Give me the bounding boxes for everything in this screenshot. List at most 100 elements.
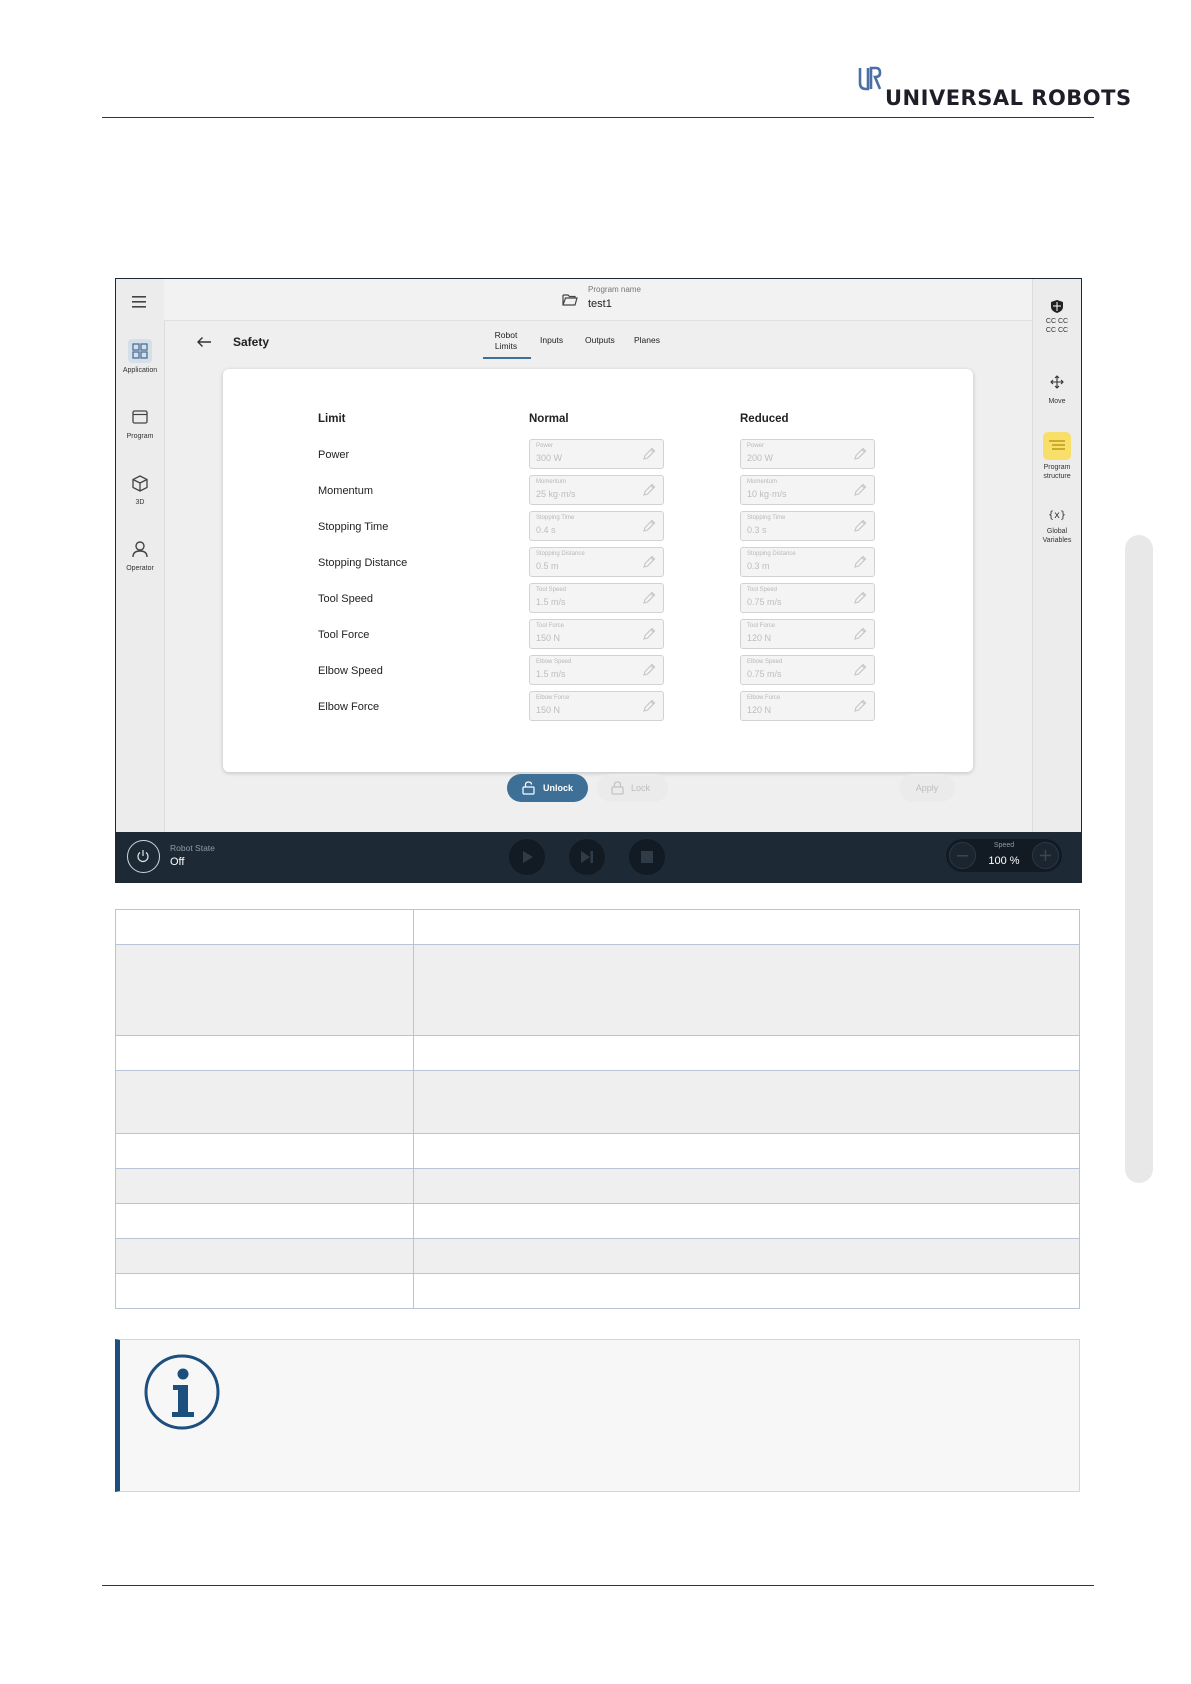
field-label: Stopping Time [747,515,786,521]
table-cell [413,1273,1080,1309]
note-box [115,1339,1080,1492]
nav-program-label: Program [126,433,154,440]
normal-limit-field[interactable]: Tool Speed 1.5 m/s [529,583,664,613]
robot-state-label: Robot State [170,843,215,853]
normal-limit-field[interactable]: Momentum 25 kg·m/s [529,475,664,505]
program-name[interactable]: test1 [588,298,612,310]
folder-open-icon[interactable] [562,293,578,306]
table-row [115,1133,1080,1169]
table-row [115,1168,1080,1204]
table-cell [413,1238,1080,1274]
edit-pencil-icon [643,699,656,712]
normal-limit-field[interactable]: Stopping Distance 0.5 m [529,547,664,577]
reduced-limit-field[interactable]: Momentum 10 kg·m/s [740,475,875,505]
reduced-limit-field[interactable]: Elbow Force 120 N [740,691,875,721]
cube-icon [128,471,152,495]
info-icon [144,1354,220,1430]
unlock-button-label: Unlock [543,783,574,793]
field-label: Power [747,443,765,449]
field-label: Stopping Distance [747,551,796,557]
tab-robot-limits[interactable]: Robot Limits [483,330,529,352]
program-top-bar: Program name test1 [164,279,1033,321]
back-arrow-icon[interactable] [196,336,212,348]
step-button[interactable] [569,839,605,875]
nav-3d[interactable]: 3D [116,471,164,506]
stop-button[interactable] [629,839,665,875]
safety-checksum-button[interactable]: CC CC CC CC [1033,299,1081,335]
nav-program[interactable]: Program [116,405,164,440]
tab-inputs[interactable]: Inputs [540,335,563,345]
field-label: Stopping Distance [536,551,585,557]
edit-pencil-icon [643,627,656,640]
list-icon [1043,432,1071,460]
field-label: Power [536,443,554,449]
plus-icon [1040,850,1051,861]
reduced-limit-field[interactable]: Stopping Time 0.3 s [740,511,875,541]
edit-pencil-icon [854,627,867,640]
table-cell [413,944,1080,1036]
table-cell [115,909,414,945]
normal-limit-field[interactable]: Elbow Force 150 N [529,691,664,721]
program-name-label: Program name [588,285,641,294]
power-button[interactable] [127,840,160,873]
table-cell [115,1203,414,1239]
play-icon [523,851,533,863]
reduced-limit-field[interactable]: Elbow Speed 0.75 m/s [740,655,875,685]
brand-name: UNIVERSAL ROBOTS [885,86,1132,110]
speed-decrease-button[interactable] [949,842,976,869]
nav-program-structure-label: Program structure [1043,464,1071,480]
reduced-limit-field[interactable]: Tool Speed 0.75 m/s [740,583,875,613]
limit-label: Elbow Speed [318,665,383,677]
page-title: Safety [233,335,270,349]
hamburger-menu-icon[interactable] [132,295,148,309]
table-cell [413,1168,1080,1204]
edit-pencil-icon [643,591,656,604]
reduced-limit-field[interactable]: Stopping Distance 0.3 m [740,547,875,577]
table-cell [413,1133,1080,1169]
nav-move[interactable]: Move [1033,375,1081,406]
reduced-limit-field[interactable]: Power 200 W [740,439,875,469]
play-button[interactable] [509,839,545,875]
nav-operator[interactable]: Operator [116,537,164,572]
field-label: Momentum [747,479,778,485]
normal-limit-field[interactable]: Tool Force 150 N [529,619,664,649]
nav-move-label: Move [1048,398,1066,405]
normal-limit-field[interactable]: Stopping Time 0.4 s [529,511,664,541]
nav-program-structure[interactable]: Program structure [1033,432,1081,481]
speed-increase-button[interactable] [1032,842,1059,869]
checksum-line-2: CC CC [1045,327,1069,334]
reduced-limit-field[interactable]: Tool Force 120 N [740,619,875,649]
limit-column-header: Limit [318,413,346,425]
left-sidebar: Application Program 3D Operator [116,279,165,832]
brand-logo: UNIVERSAL ROBOTS [858,66,1131,110]
unlock-button[interactable]: Unlock [507,774,588,802]
tab-planes[interactable]: Planes [634,335,660,345]
field-value: 10 kg·m/s [747,489,787,499]
move-arrows-icon [1050,375,1064,389]
tab-outputs[interactable]: Outputs [585,335,615,345]
lock-icon [611,781,624,795]
lock-button[interactable]: Lock [597,774,668,802]
tab-robot-limits-label: Robot Limits [494,330,518,351]
field-label: Elbow Speed [747,659,783,665]
edit-pencil-icon [854,591,867,604]
safety-shield-icon [1051,300,1063,313]
active-tab-indicator [483,357,531,359]
field-value: 150 N [536,705,561,715]
field-label: Elbow Speed [536,659,572,665]
right-sidebar: CC CC CC CC Move Program structure {x} G… [1032,279,1081,832]
edit-pencil-icon [854,663,867,676]
apply-button[interactable]: Apply [899,774,955,802]
page-side-tab [1125,535,1153,1183]
person-icon [128,537,152,561]
normal-limit-field[interactable]: Power 300 W [529,439,664,469]
edit-pencil-icon [643,483,656,496]
normal-limit-field[interactable]: Elbow Speed 1.5 m/s [529,655,664,685]
nav-global-variables[interactable]: {x} Global Variables [1033,511,1081,545]
nav-3d-label: 3D [135,499,145,506]
field-label: Momentum [536,479,567,485]
normal-column-header: Normal [529,413,569,425]
nav-application[interactable]: Application [116,339,164,374]
table-cell [115,1168,414,1204]
field-label: Tool Speed [536,587,567,593]
